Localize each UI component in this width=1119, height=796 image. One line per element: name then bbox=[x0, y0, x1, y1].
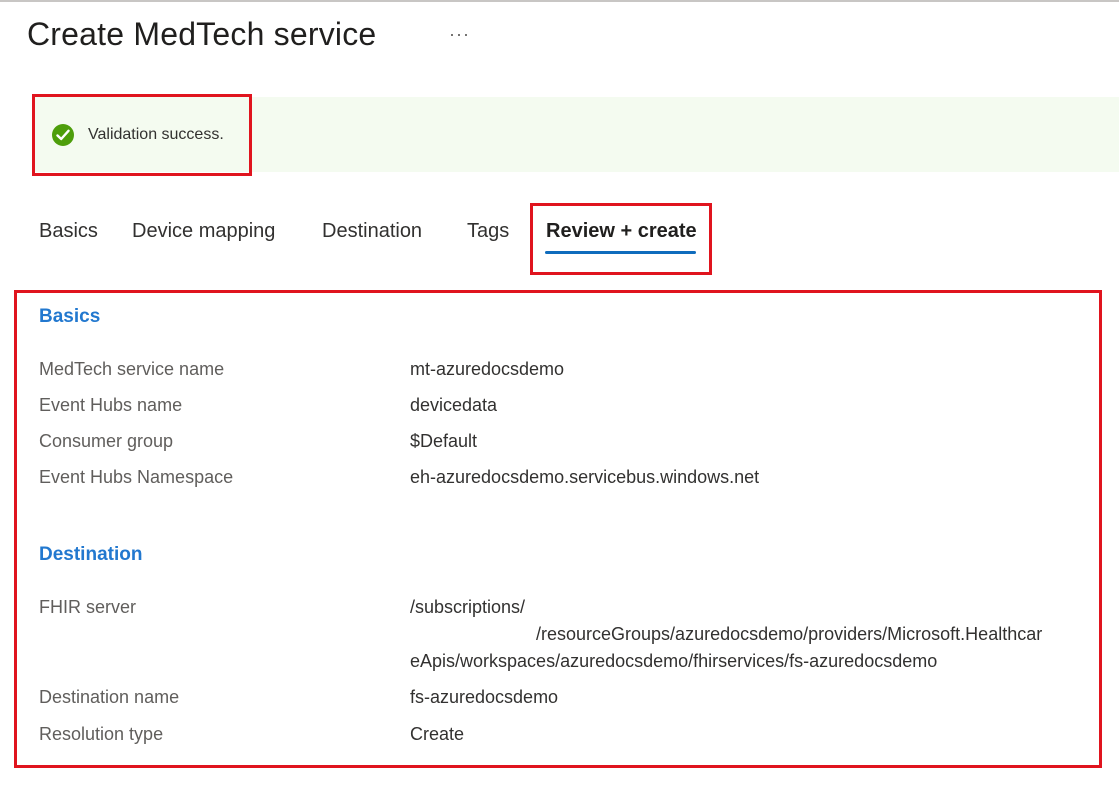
label-medtech-service-name: MedTech service name bbox=[39, 359, 225, 379]
more-options-button[interactable]: ··· bbox=[449, 24, 470, 45]
label-consumer-group: Consumer group bbox=[39, 431, 174, 451]
label-destination-name: Destination name bbox=[39, 687, 180, 707]
label-fhir-server: FHIR server bbox=[39, 597, 137, 617]
value-destination-name: fs-azuredocsdemo bbox=[410, 687, 559, 707]
fhir-server-line-1: /subscriptions/ bbox=[410, 597, 526, 617]
value-medtech-service-name: mt-azuredocsdemo bbox=[410, 359, 565, 379]
label-event-hubs-namespace: Event Hubs Namespace bbox=[39, 467, 234, 487]
fhir-server-line-3: eApis/workspaces/azuredocsdemo/fhirservi… bbox=[410, 651, 938, 671]
validation-highlight-box bbox=[32, 94, 252, 176]
tab-device-mapping[interactable]: Device mapping bbox=[132, 220, 275, 243]
value-event-hubs-namespace: eh-azuredocsdemo.servicebus.windows.net bbox=[410, 467, 760, 487]
section-title-basics: Basics bbox=[39, 306, 101, 327]
section-title-destination: Destination bbox=[39, 544, 143, 565]
top-divider bbox=[0, 0, 1119, 2]
value-consumer-group: $Default bbox=[410, 431, 478, 451]
label-resolution-type: Resolution type bbox=[39, 724, 164, 744]
tab-tags[interactable]: Tags bbox=[467, 220, 509, 243]
value-event-hubs-name: devicedata bbox=[410, 395, 498, 415]
value-fhir-server: /subscriptions/ /resourceGroups/azuredoc… bbox=[410, 594, 1090, 675]
tab-basics[interactable]: Basics bbox=[39, 220, 98, 243]
page-title: Create MedTech service bbox=[27, 16, 377, 52]
value-resolution-type: Create bbox=[410, 724, 465, 744]
fhir-server-line-2: /resourceGroups/azuredocsdemo/providers/… bbox=[536, 624, 1043, 644]
tab-destination[interactable]: Destination bbox=[322, 220, 422, 243]
tab-highlight-box bbox=[530, 203, 712, 275]
label-event-hubs-name: Event Hubs name bbox=[39, 395, 183, 415]
